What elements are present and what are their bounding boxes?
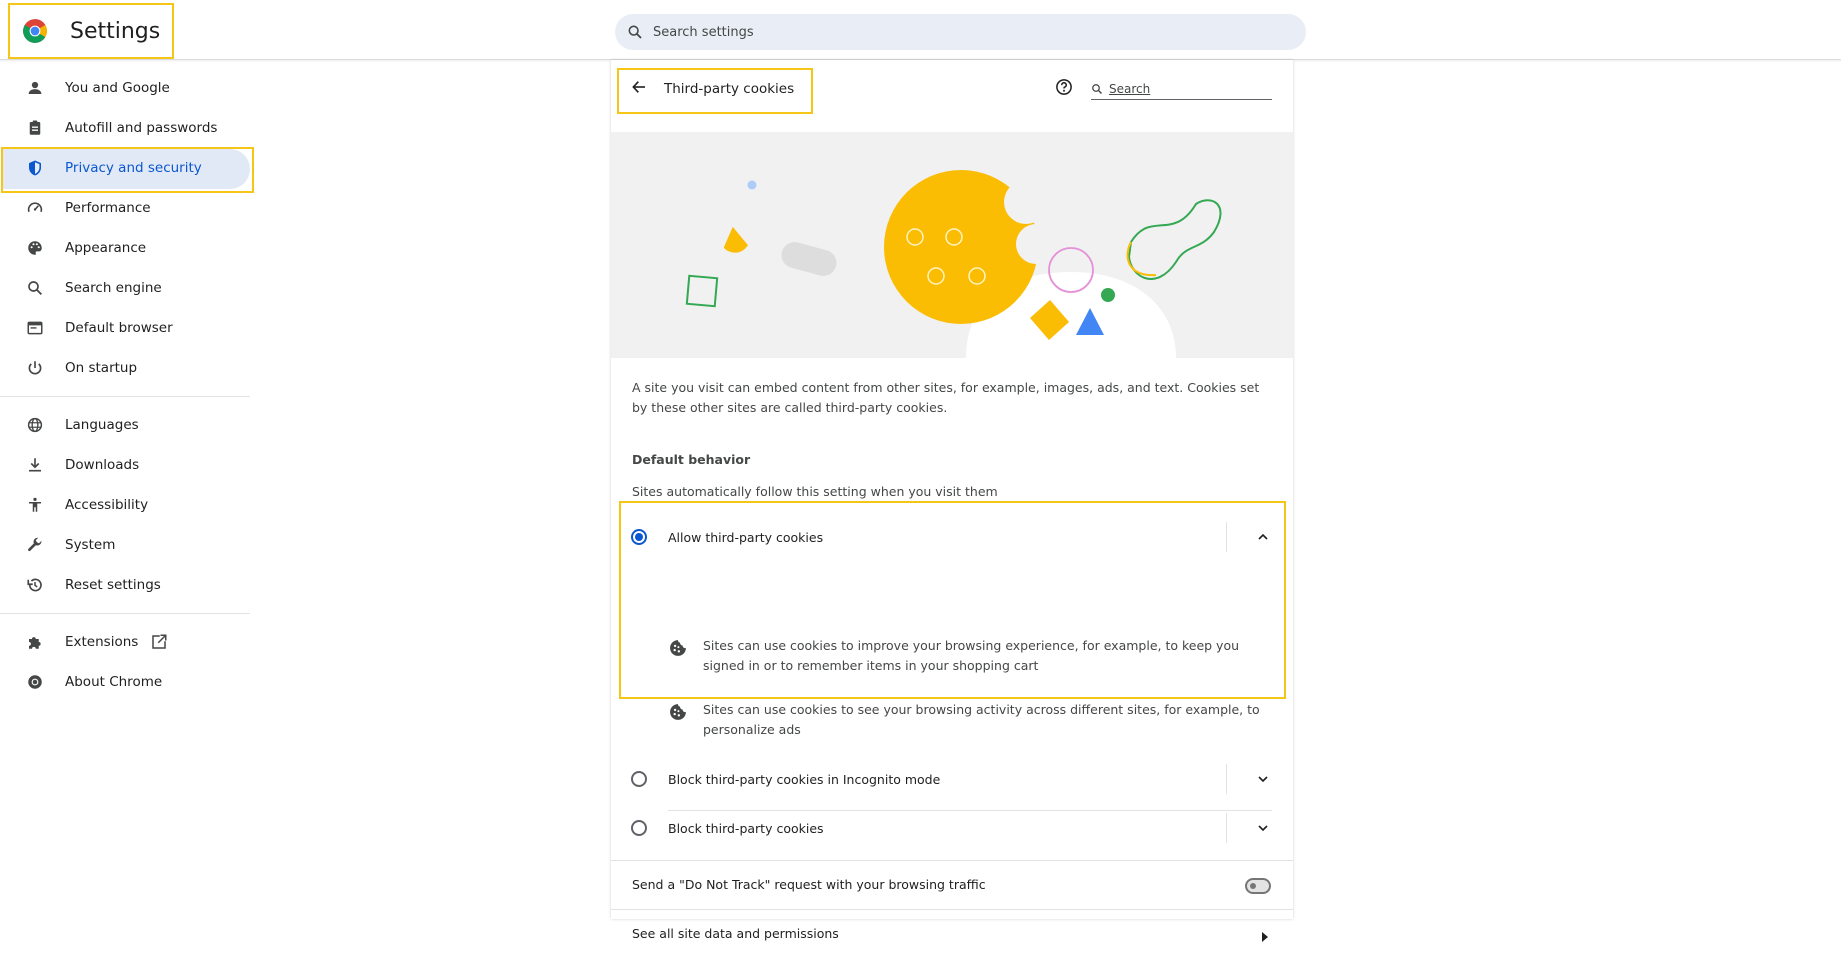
- sidebar-item-label: Appearance: [65, 240, 147, 256]
- sidebar-item-on-startup[interactable]: On startup: [0, 348, 252, 388]
- default-behavior-heading: Default behavior: [632, 452, 751, 467]
- person-icon: [25, 78, 45, 98]
- sidebar-item-downloads[interactable]: Downloads: [0, 445, 252, 485]
- sidebar-item-label: Languages: [65, 417, 139, 433]
- cookies-panel: Third-party cookies Search A site you vi…: [611, 60, 1293, 942]
- sidebar-item-label: Search engine: [65, 280, 162, 296]
- sidebar-item-system[interactable]: System: [0, 525, 252, 565]
- settings-brand: Settings: [8, 3, 174, 59]
- sidebar-item-label: Autofill and passwords: [65, 120, 218, 136]
- detail-text: Sites can use cookies to see your browsi…: [703, 702, 1260, 737]
- sidebar: You and Google Autofill and passwords Pr…: [0, 68, 254, 702]
- search-cookies-input[interactable]: Search: [1091, 78, 1272, 100]
- sidebar-item-label: Privacy and security: [65, 160, 202, 176]
- page-title: Settings: [70, 18, 161, 44]
- help-icon[interactable]: [1055, 78, 1073, 100]
- sidebar-item-label: Performance: [65, 200, 151, 216]
- cookie-icon: [668, 702, 688, 726]
- sidebar-item-default-browser[interactable]: Default browser: [0, 308, 252, 348]
- globe-icon: [25, 415, 45, 435]
- default-behavior-subtitle: Sites automatically follow this setting …: [632, 484, 998, 499]
- speedometer-icon: [25, 198, 45, 218]
- do-not-track-label: Send a "Do Not Track" request with your …: [632, 877, 986, 892]
- sidebar-item-label: Reset settings: [65, 577, 161, 593]
- back-arrow-icon[interactable]: [631, 79, 647, 99]
- cookies-description: A site you visit can embed content from …: [632, 380, 1260, 415]
- see-all-site-data-label: See all site data and permissions: [632, 926, 839, 941]
- sidebar-item-autofill[interactable]: Autofill and passwords: [0, 108, 252, 148]
- sidebar-divider: [0, 396, 250, 397]
- radio-allow-selected[interactable]: [631, 529, 647, 545]
- section-separator: [611, 909, 1293, 910]
- clipboard-icon: [25, 118, 45, 138]
- search-icon: [628, 25, 642, 39]
- do-not-track-toggle[interactable]: [1245, 878, 1271, 894]
- sidebar-item-label: About Chrome: [65, 674, 163, 690]
- sidebar-item-about-chrome[interactable]: About Chrome: [0, 662, 252, 702]
- search-icon: [1092, 83, 1102, 94]
- section-separator: [611, 860, 1293, 861]
- puzzle-icon: [25, 632, 45, 652]
- radio-block-incognito[interactable]: [631, 771, 647, 787]
- accessibility-icon: [25, 495, 45, 515]
- sidebar-item-label: Extensions: [65, 634, 139, 650]
- cookie-icon: [668, 638, 688, 662]
- browser-window-icon: [25, 318, 45, 338]
- sidebar-item-you-and-google[interactable]: You and Google: [0, 68, 252, 108]
- sidebar-item-label: On startup: [65, 360, 138, 376]
- search-settings-input[interactable]: Search settings: [615, 14, 1306, 50]
- option-label: Block third-party cookies in Incognito m…: [668, 772, 941, 787]
- cookies-illustration: [611, 132, 1293, 358]
- arrow-right-icon: [1260, 928, 1270, 947]
- sidebar-item-appearance[interactable]: Appearance: [0, 228, 252, 268]
- option-block-incognito[interactable]: Block third-party cookies in Incognito m…: [611, 764, 1293, 812]
- download-icon: [25, 455, 45, 475]
- see-all-site-data-row[interactable]: See all site data and permissions: [611, 911, 1293, 959]
- option-divider: [1226, 764, 1227, 794]
- history-icon: [25, 575, 45, 595]
- external-link-icon: [150, 633, 168, 655]
- sidebar-item-performance[interactable]: Performance: [0, 188, 252, 228]
- top-bar: Settings Search settings: [0, 0, 1841, 60]
- do-not-track-row[interactable]: Send a "Do Not Track" request with your …: [611, 862, 1293, 910]
- chevron-down-icon[interactable]: [1255, 820, 1271, 840]
- option-allow-third-party-cookies[interactable]: Allow third-party cookies: [611, 513, 1293, 561]
- panel-title: Third-party cookies: [664, 81, 795, 97]
- search-icon: [25, 278, 45, 298]
- sidebar-item-label: System: [65, 537, 116, 553]
- sidebar-item-accessibility[interactable]: Accessibility: [0, 485, 252, 525]
- chevron-up-icon[interactable]: [1255, 529, 1271, 549]
- option-divider: [1226, 522, 1227, 552]
- palette-icon: [25, 238, 45, 258]
- chrome-logo-icon: [23, 19, 47, 43]
- chevron-down-icon[interactable]: [1255, 771, 1271, 791]
- panel-header: Third-party cookies Search: [611, 60, 1293, 132]
- sidebar-item-label: Downloads: [65, 457, 140, 473]
- sidebar-item-label: Accessibility: [65, 497, 149, 513]
- option-block-third-party[interactable]: Block third-party cookies: [611, 813, 1293, 861]
- sidebar-item-reset-settings[interactable]: Reset settings: [0, 565, 252, 605]
- option-separator: [668, 810, 1272, 811]
- sidebar-item-privacy-security[interactable]: Privacy and security: [0, 147, 254, 193]
- sidebar-item-label: Default browser: [65, 320, 173, 336]
- option-label: Block third-party cookies: [668, 821, 824, 836]
- shield-icon: [25, 158, 45, 178]
- detail-text: Sites can use cookies to improve your br…: [703, 638, 1240, 673]
- search-placeholder: Search: [1109, 81, 1151, 96]
- option-divider: [1226, 813, 1227, 843]
- option-label: Allow third-party cookies: [668, 530, 824, 545]
- power-icon: [25, 358, 45, 378]
- sidebar-item-languages[interactable]: Languages: [0, 405, 252, 445]
- cookie-illustration-image: [685, 170, 1222, 358]
- sidebar-item-extensions[interactable]: Extensions: [0, 622, 252, 662]
- sidebar-divider: [0, 613, 250, 614]
- search-settings-placeholder: Search settings: [653, 24, 754, 40]
- radio-block-third-party[interactable]: [631, 820, 647, 836]
- chrome-icon: [25, 672, 45, 692]
- wrench-icon: [25, 535, 45, 555]
- sidebar-item-search-engine[interactable]: Search engine: [0, 268, 252, 308]
- sidebar-item-label: You and Google: [65, 80, 170, 96]
